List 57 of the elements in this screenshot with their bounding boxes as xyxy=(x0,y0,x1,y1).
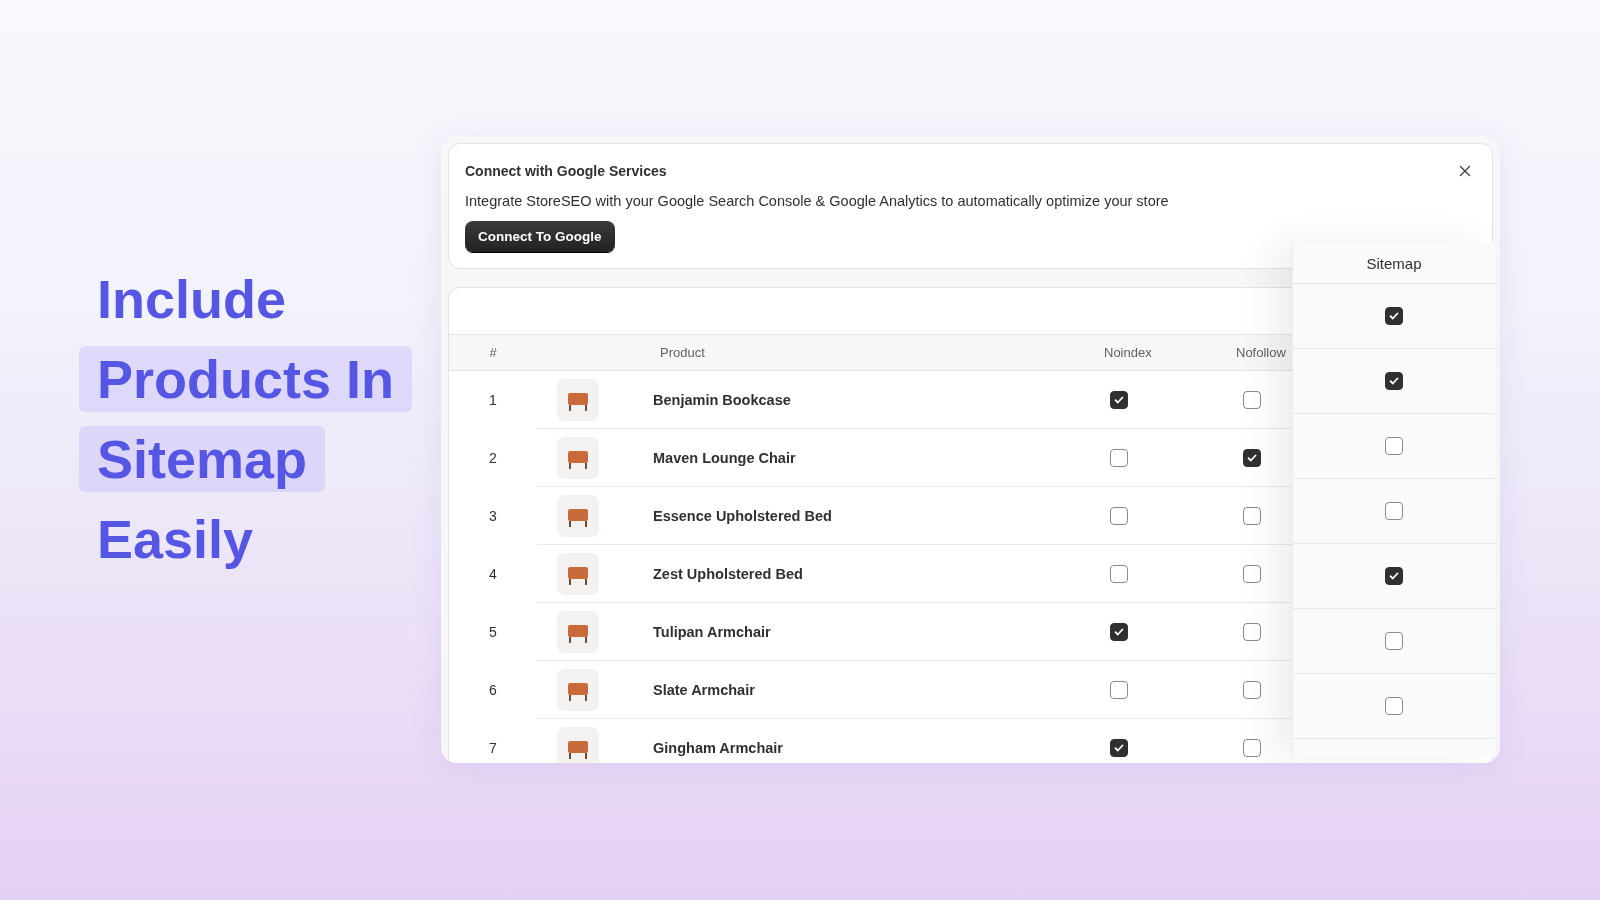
product-thumbnail xyxy=(557,610,599,653)
row-number: 7 xyxy=(488,739,498,756)
checkbox[interactable] xyxy=(1385,502,1403,520)
connect-button[interactable]: Connect To Google xyxy=(465,221,615,252)
column-header: Nofollow xyxy=(1235,345,1286,360)
banner-description: Integrate StoreSEO with your Google Search Console & Google Analytics to automatically optimize your store xyxy=(465,193,1170,209)
product-thumbnail xyxy=(557,552,599,595)
headline-text: Include xyxy=(96,268,288,331)
column-header: Product xyxy=(659,345,705,360)
product-name: Zest Upholstered Bed xyxy=(652,565,803,582)
check-icon xyxy=(1388,570,1400,582)
headline-text: Products In xyxy=(79,346,413,412)
banner-title: Connect with Google Services xyxy=(465,163,667,179)
product-name: Benjamin Bookcase xyxy=(652,391,791,408)
product-name: Maven Lounge Chair xyxy=(652,449,796,466)
check-icon xyxy=(1388,310,1400,322)
headline-text: Sitemap xyxy=(79,426,326,492)
check-icon xyxy=(1388,375,1400,387)
checkbox[interactable] xyxy=(1110,564,1128,583)
checkbox[interactable] xyxy=(1110,738,1128,757)
checkbox[interactable] xyxy=(1110,680,1128,699)
row-number: 3 xyxy=(488,507,498,524)
checkbox[interactable] xyxy=(1243,506,1261,525)
checkbox[interactable] xyxy=(1110,448,1128,467)
checkbox[interactable] xyxy=(1385,307,1403,325)
row-number: 2 xyxy=(488,449,498,466)
product-thumbnail xyxy=(557,726,599,763)
product-name: Slate Armchair xyxy=(652,681,755,698)
product-name: Essence Upholstered Bed xyxy=(652,507,832,524)
product-name: Gingham Armchair xyxy=(652,739,783,756)
row-number: 5 xyxy=(488,623,498,640)
product-thumbnail xyxy=(557,494,599,537)
product-thumbnail xyxy=(557,378,599,421)
checkbox[interactable] xyxy=(1385,567,1403,585)
product-thumbnail xyxy=(557,436,599,479)
checkbox[interactable] xyxy=(1385,697,1403,715)
product-name: Tulipan Armchair xyxy=(652,623,771,640)
checkbox[interactable] xyxy=(1110,506,1128,525)
checkbox[interactable] xyxy=(1385,372,1403,390)
row-number: 1 xyxy=(488,391,498,408)
checkbox[interactable] xyxy=(1385,632,1403,650)
checkbox[interactable] xyxy=(1243,738,1261,757)
checkbox[interactable] xyxy=(1243,622,1261,641)
column-header: Noindex xyxy=(1103,345,1152,360)
checkbox[interactable] xyxy=(1243,564,1261,583)
row-number: 4 xyxy=(488,565,498,582)
checkbox[interactable] xyxy=(1110,390,1128,409)
column-header: # xyxy=(488,345,498,360)
checkbox[interactable] xyxy=(1243,390,1261,409)
checkbox[interactable] xyxy=(1385,437,1403,455)
product-thumbnail xyxy=(557,668,599,711)
sitemap-header: Sitemap xyxy=(1293,243,1495,284)
headline-text: Easily xyxy=(96,508,255,571)
checkbox[interactable] xyxy=(1243,680,1261,699)
row-number: 6 xyxy=(488,681,498,698)
checkbox[interactable] xyxy=(1110,622,1128,641)
checkbox[interactable] xyxy=(1243,448,1261,467)
